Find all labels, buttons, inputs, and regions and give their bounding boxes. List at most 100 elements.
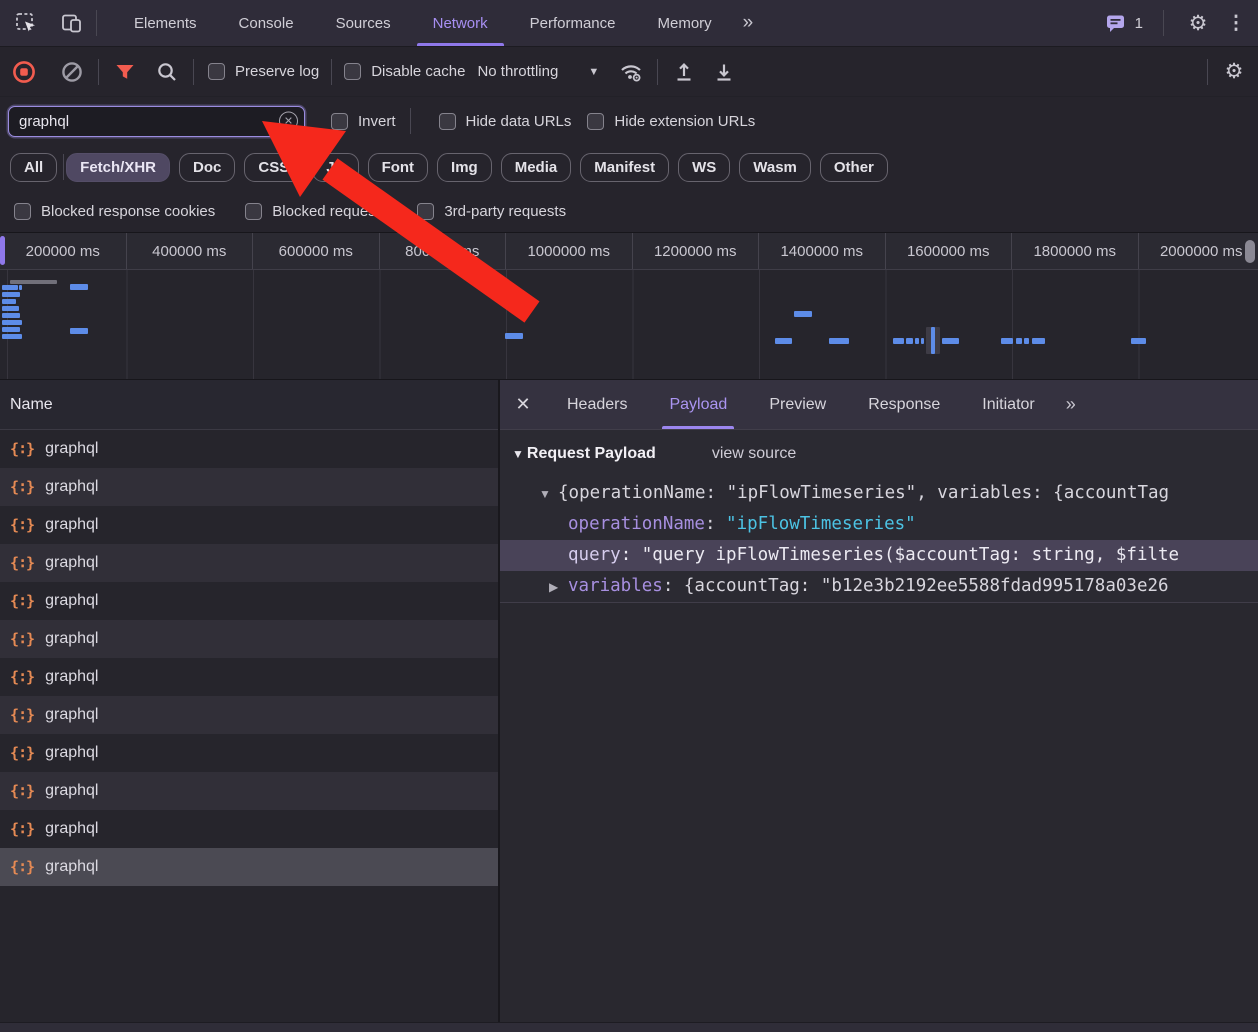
payload-row[interactable]: ▼ {operationName: "ipFlowTimeseries", var… — [500, 478, 1258, 509]
resource-type-chip[interactable]: Doc — [179, 153, 236, 182]
request-row[interactable]: {∶} graphql — [0, 544, 498, 582]
disable-cache-checkbox[interactable]: Disable cache — [344, 63, 465, 80]
request-name: graphql — [45, 858, 99, 875]
request-row[interactable]: {∶} graphql — [0, 848, 498, 886]
resource-type-chip[interactable]: WS — [678, 153, 731, 182]
details-tab[interactable]: Payload — [648, 380, 748, 429]
checkbox[interactable] — [331, 112, 348, 130]
checkbox[interactable] — [208, 63, 225, 80]
resource-type-chip[interactable]: Wasm — [739, 153, 811, 182]
resource-type-chip[interactable]: JS — [312, 153, 359, 182]
resource-type-chip[interactable]: Fetch/XHR — [66, 153, 171, 182]
request-payload-section-header[interactable]: ▼ Request Payload view source — [500, 430, 1258, 478]
export-har-icon[interactable] — [708, 56, 740, 88]
request-row[interactable]: {∶} graphql — [0, 468, 498, 506]
waterfall[interactable] — [0, 270, 1258, 380]
throttling-select[interactable]: No throttling ▼ — [477, 63, 599, 80]
timeline-scroll-marker[interactable] — [0, 236, 5, 265]
collapse-triangle-icon[interactable]: ▼ — [512, 447, 524, 461]
more-details-tabs-icon[interactable]: » — [1056, 380, 1087, 429]
request-row[interactable]: {∶} graphql — [0, 734, 498, 772]
filter-bar: ✕ Invert Hide data URLs Hide extension U… — [0, 97, 1258, 145]
checkbox[interactable] — [245, 202, 263, 220]
resource-type-chip[interactable]: Img — [437, 153, 492, 182]
request-row[interactable]: {∶} graphql — [0, 620, 498, 658]
resource-type-chip[interactable]: Other — [819, 153, 888, 182]
resource-type-chip[interactable]: All — [10, 153, 58, 182]
name-column-header[interactable]: Name — [0, 380, 498, 430]
request-row[interactable]: {∶} graphql — [0, 772, 498, 810]
fetch-xhr-icon: {∶} — [10, 820, 35, 838]
fetch-xhr-icon: {∶} — [10, 782, 35, 800]
main-tab[interactable]: Console — [218, 0, 315, 46]
more-tabs-icon[interactable]: » — [733, 0, 765, 46]
request-row[interactable]: {∶} graphql — [0, 430, 498, 468]
resource-type-chip[interactable]: Media — [500, 153, 572, 182]
checkbox[interactable] — [438, 112, 456, 130]
timeline-scroll-nub[interactable] — [1245, 240, 1255, 263]
collapsed-triangle-icon[interactable]: ▶ — [549, 572, 568, 602]
payload-row[interactable]: query: "query ipFlowTimeseries($accountT… — [500, 540, 1258, 571]
filter-icon[interactable] — [109, 56, 141, 88]
request-row[interactable]: {∶} graphql — [0, 582, 498, 620]
close-panel-icon[interactable]: ✕ — [500, 380, 546, 429]
resource-type-chip[interactable]: Manifest — [580, 153, 670, 182]
inspect-element-icon[interactable] — [10, 7, 42, 39]
request-row[interactable]: {∶} graphql — [0, 810, 498, 848]
settings-gear-icon[interactable]: ⚙ — [1182, 7, 1214, 39]
resource-type-chip[interactable]: Font — [367, 153, 429, 182]
payload-row[interactable]: operationName: "ipFlowTimeseries" — [500, 509, 1258, 540]
main-tab[interactable]: Elements — [113, 0, 218, 46]
search-icon[interactable] — [151, 56, 183, 88]
device-toolbar-icon[interactable] — [56, 7, 88, 39]
main-tab[interactable]: Sources — [315, 0, 412, 46]
clear-network-log-button[interactable] — [56, 56, 88, 88]
messages-icon[interactable] — [1104, 7, 1128, 39]
request-name: graphql — [45, 440, 99, 457]
kebab-menu-icon[interactable]: ⋮ — [1226, 7, 1246, 39]
payload-token: operationName — [568, 514, 705, 534]
main-tab[interactable]: Performance — [509, 0, 637, 46]
network-conditions-icon[interactable] — [615, 56, 647, 88]
request-filter-label: Blocked response cookies — [41, 202, 216, 220]
checkbox[interactable] — [417, 202, 435, 220]
resource-type-chip[interactable]: CSS — [244, 153, 304, 182]
waterfall-bar — [2, 285, 18, 290]
hide-extension-urls-checkbox[interactable]: Hide extension URLs — [587, 112, 756, 130]
checkbox[interactable] — [14, 202, 31, 220]
invert-checkbox[interactable]: Invert — [331, 112, 396, 130]
filter-input[interactable] — [8, 105, 305, 137]
details-tabbar: ✕ Headers Payload Preview Response Initiator… — [500, 380, 1258, 430]
invert-label: Invert — [358, 112, 396, 130]
hide-data-urls-checkbox[interactable]: Hide data URLs — [438, 112, 571, 130]
payload-row[interactable]: ▶ variables: {accountTag: "b12e3b2192ee55… — [500, 571, 1258, 602]
waterfall-bar — [1032, 338, 1045, 344]
expanded-triangle-icon[interactable]: ▼ — [539, 479, 558, 509]
request-filter-checkbox[interactable]: Blocked requests — [245, 202, 387, 220]
bottom-scroll-strip[interactable] — [0, 1022, 1258, 1032]
main-tab[interactable]: Network — [412, 0, 509, 46]
request-row[interactable]: {∶} graphql — [0, 658, 498, 696]
timeline-header[interactable]: 200000 ms 400000 ms 600000 ms 800000 ms 1000… — [0, 232, 1258, 270]
network-settings-gear-icon[interactable]: ⚙ — [1218, 56, 1250, 88]
request-row[interactable]: {∶} graphql — [0, 696, 498, 734]
waterfall-bar — [915, 338, 919, 344]
record-network-log-button[interactable] — [8, 56, 40, 88]
main-tab[interactable]: Memory — [637, 0, 733, 46]
details-tab[interactable]: Headers — [546, 380, 648, 429]
request-row[interactable]: {∶} graphql — [0, 506, 498, 544]
preserve-log-checkbox[interactable]: Preserve log — [208, 63, 319, 80]
request-filter-checkbox[interactable]: Blocked response cookies — [14, 202, 216, 220]
checkbox[interactable] — [587, 112, 605, 130]
details-tab[interactable]: Preview — [748, 380, 847, 429]
timeline-tick-label: 800000 ms — [380, 233, 506, 269]
import-har-icon[interactable] — [668, 56, 700, 88]
hide-extension-urls-label: Hide extension URLs — [614, 112, 756, 130]
details-tab[interactable]: Initiator — [961, 380, 1055, 429]
details-tab[interactable]: Response — [847, 380, 961, 429]
checkbox[interactable] — [344, 63, 362, 80]
request-filter-checkbox[interactable]: 3rd-party requests — [417, 202, 566, 220]
clear-filter-icon[interactable]: ✕ — [279, 111, 298, 131]
view-source-link[interactable]: view source — [712, 445, 796, 463]
timeline-tick-label: 1000000 ms — [506, 233, 633, 269]
